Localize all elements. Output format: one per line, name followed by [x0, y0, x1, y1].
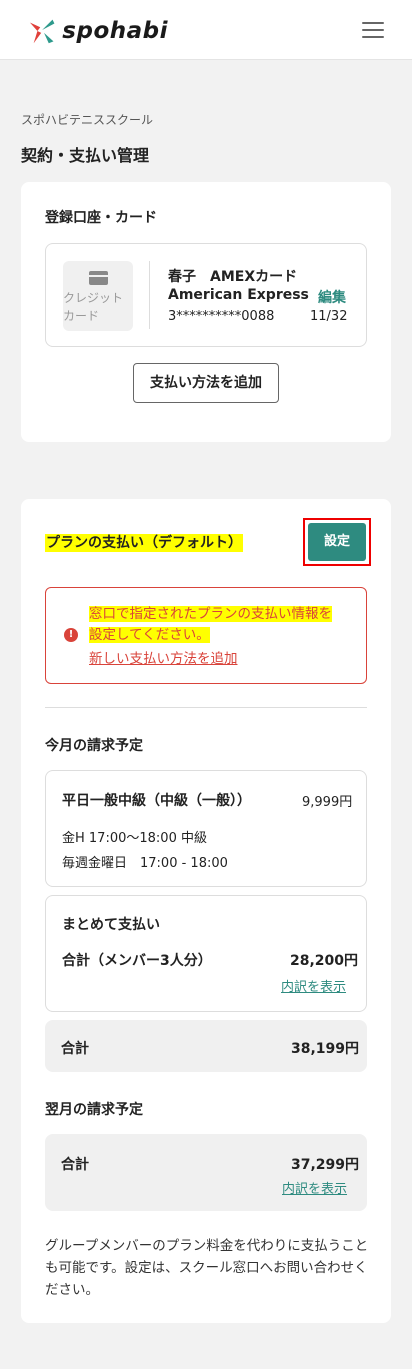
- page-title: 契約・支払い管理: [21, 146, 150, 165]
- section-divider: [45, 707, 367, 708]
- alert-icon: !: [64, 628, 78, 642]
- next-month-total: 合計 37,299円 内訳を表示: [45, 1134, 367, 1211]
- credit-card-type-label: クレジットカード: [63, 291, 124, 323]
- plan-schedule-1: 金H 17:00〜18:00 中級: [62, 831, 207, 846]
- add-new-payment-link[interactable]: 新しい支払い方法を追加: [89, 647, 238, 667]
- next-month-total-value: 37,299円: [291, 1157, 360, 1173]
- set-button-highlight: 設定: [303, 518, 371, 566]
- payment-divider: [149, 261, 150, 329]
- alert-message: 窓口で指定されたプランの支払い情報を 設定してください。: [89, 604, 332, 646]
- alert-line-2: 設定してください。: [89, 627, 210, 643]
- this-month-title: 今月の請求予定: [45, 738, 143, 754]
- add-payment-method-button[interactable]: 支払い方法を追加: [133, 363, 279, 403]
- group-payment-title: まとめて支払い: [62, 917, 160, 933]
- group-payment-item: まとめて支払い 合計（メンバー3人分） 28,200円 内訳を表示: [45, 895, 367, 1012]
- app-header: spohabi: [0, 0, 412, 60]
- set-payment-button[interactable]: 設定: [308, 523, 366, 561]
- spohabi-logo-icon: [29, 19, 55, 44]
- school-name: スポハビテニススクール: [21, 113, 154, 127]
- alert-line-1: 窓口で指定されたプランの支払い情報を: [89, 606, 332, 622]
- credit-card-type-box: クレジットカード: [63, 261, 133, 331]
- this-month-total-label: 合計: [61, 1041, 89, 1057]
- registered-payment-card: 登録口座・カード クレジットカード 春子 AMEXカード American Ex…: [21, 182, 391, 442]
- logo-text: spohabi: [62, 18, 168, 44]
- card-number: 3**********0088: [168, 309, 275, 324]
- card-brand: American Express: [168, 287, 309, 303]
- card-expiry: 11/32: [310, 309, 348, 324]
- edit-payment-link[interactable]: 編集: [318, 287, 346, 307]
- plan-item: 平日一般中級（中級（一般）） 9,999円 金H 17:00〜18:00 中級 …: [45, 770, 367, 887]
- next-month-breakdown-link[interactable]: 内訳を表示: [282, 1178, 347, 1197]
- hamburger-menu-icon[interactable]: [362, 22, 384, 40]
- group-total-value: 28,200円: [290, 953, 359, 969]
- plan-schedule-2: 毎週金曜日 17:00 - 18:00: [62, 856, 228, 871]
- plan-price: 9,999円: [302, 795, 353, 810]
- payment-method-item: クレジットカード 春子 AMEXカード American Express 編集 …: [45, 243, 367, 347]
- plan-payment-title: プランの支払い（デフォルト）: [45, 534, 243, 552]
- payment-alert: ! 窓口で指定されたプランの支払い情報を 設定してください。 新しい支払い方法を…: [45, 587, 367, 684]
- this-month-total: 合計 38,199円: [45, 1020, 367, 1072]
- next-month-total-label: 合計: [61, 1157, 89, 1173]
- plan-name: 平日一般中級（中級（一般））: [62, 793, 251, 809]
- group-breakdown-link[interactable]: 内訳を表示: [281, 976, 346, 995]
- registered-section-title: 登録口座・カード: [45, 210, 157, 226]
- group-payment-note: グループメンバーのプラン料金を代わりに支払うことも可能です。設定は、スクール窓口…: [45, 1238, 369, 1298]
- next-month-title: 翌月の請求予定: [45, 1102, 143, 1118]
- card-holder-name: 春子 AMEXカード: [168, 269, 298, 285]
- plan-payment-card: プランの支払い（デフォルト） 設定 ! 窓口で指定されたプランの支払い情報を 設…: [21, 499, 391, 1323]
- spohabi-logo[interactable]: spohabi: [28, 16, 168, 46]
- group-total-label: 合計（メンバー3人分）: [62, 953, 212, 969]
- this-month-total-value: 38,199円: [291, 1041, 360, 1057]
- credit-card-icon: [89, 271, 108, 285]
